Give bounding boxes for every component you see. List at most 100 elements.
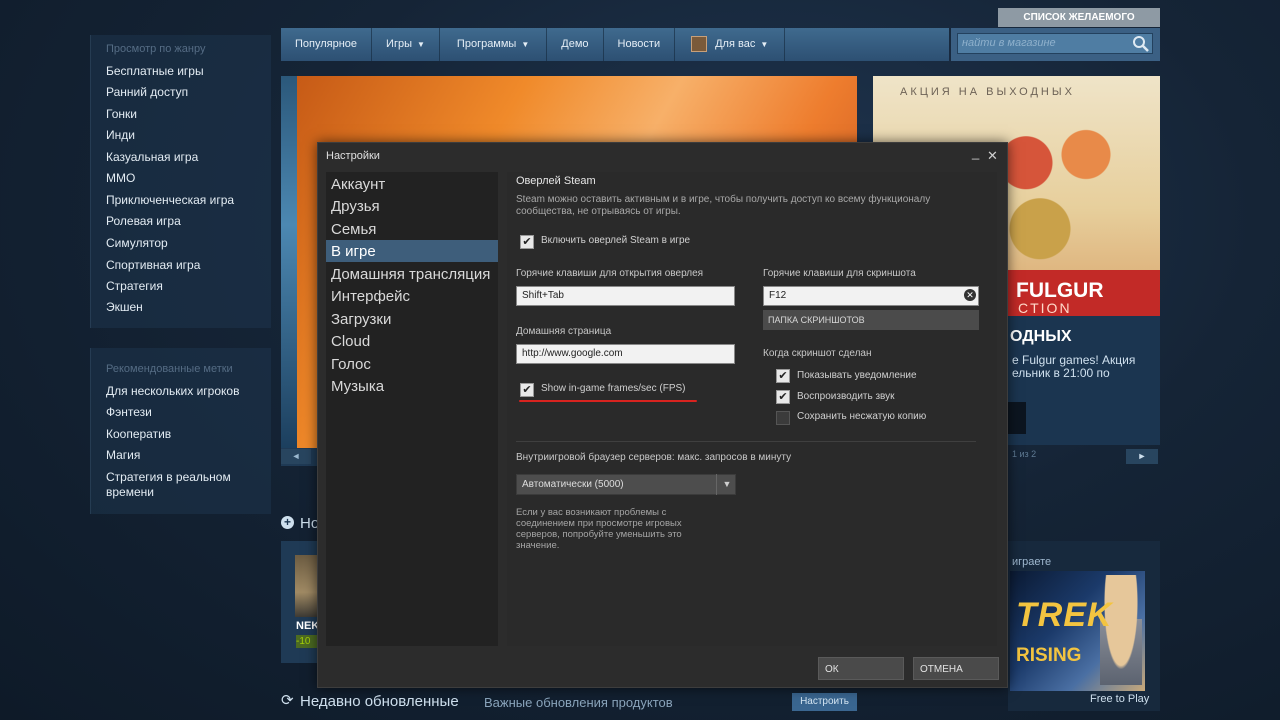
cancel-button[interactable]: ОТМЕНА (913, 657, 999, 680)
sidebar-item-coop[interactable]: Кооператив (106, 427, 171, 442)
nav-games[interactable]: Игры ▼ (372, 28, 440, 61)
enable-overlay-label: Включить оверлей Steam в игре (541, 235, 691, 246)
chevron-down-icon: ▼ (417, 40, 425, 49)
tab-cloud[interactable]: Cloud (331, 333, 370, 350)
star-trek-title: TREK (1016, 596, 1113, 634)
now-playing-label: играете (1012, 556, 1052, 568)
nav-label: Популярное (295, 38, 358, 50)
nav-popular[interactable]: Популярное (281, 28, 373, 61)
customize-button[interactable]: Настроить (792, 693, 857, 711)
show-notification-label: Показывать уведомление (797, 370, 917, 381)
tab-friends[interactable]: Друзья (331, 198, 380, 215)
sidebar-item-adventure[interactable]: Приключенческая игра (106, 193, 234, 208)
recently-updated-subtitle: Важные обновления продуктов (484, 695, 673, 710)
carousel-prev-button[interactable]: ◄ (281, 449, 311, 464)
tab-family[interactable]: Семья (331, 221, 376, 238)
help-text-line: серверов, попробуйте уменьшить это (516, 529, 682, 540)
promo-text-line: e Fulgur games! Акция (1012, 353, 1136, 367)
sidebar-item-magic[interactable]: Магия (106, 448, 140, 463)
fps-checkbox[interactable]: ✔ (520, 383, 534, 397)
sidebar-item-fantasy[interactable]: Фэнтези (106, 405, 152, 420)
close-icon[interactable]: ✕ (987, 148, 998, 164)
dialog-title: Настройки (326, 150, 380, 162)
sidebar-item-racing[interactable]: Гонки (106, 107, 137, 122)
plus-icon: + (281, 516, 294, 529)
nav-for-you[interactable]: Для вас ▼ (675, 28, 786, 61)
play-sound-label: Воспроизводить звук (797, 391, 895, 402)
nav-label: Игры (386, 38, 412, 50)
tab-interface[interactable]: Интерфейс (331, 288, 410, 305)
free-to-play-label: Free to Play (1090, 693, 1150, 705)
fps-label: Show in-game frames/sec (FPS) (541, 383, 686, 394)
chevron-down-icon: ▼ (760, 40, 769, 49)
sidebar-item-free[interactable]: Бесплатные игры (106, 64, 204, 79)
sidebar-item-action[interactable]: Экшен (106, 300, 143, 315)
tab-downloads[interactable]: Загрузки (331, 311, 391, 328)
sidebar-item-early-access[interactable]: Ранний доступ (106, 85, 188, 100)
clear-icon[interactable]: ✕ (964, 289, 976, 301)
overlay-hotkey-label: Горячие клавиши для открытия оверлея (516, 268, 704, 279)
avatar (691, 36, 708, 53)
discount-badge: -10 (296, 635, 317, 648)
when-screenshot-label: Когда скриншот сделан (763, 348, 872, 359)
overlay-description: Steam можно оставить активным и в игре, … (516, 194, 931, 205)
chevron-down-icon: ▼ (521, 40, 530, 49)
tab-account[interactable]: Аккаунт (331, 176, 385, 193)
highlight-underline (519, 400, 697, 402)
nav-software[interactable]: Программы ▼ (440, 28, 548, 61)
sidebar-item-multiplayer[interactable]: Для нескольких игроков (106, 384, 239, 399)
tab-music[interactable]: Музыка (331, 378, 384, 395)
recently-updated-title: Недавно обновленные (300, 693, 459, 710)
sidebar-item-rts[interactable]: Стратегия в реальном (106, 470, 231, 485)
ok-button[interactable]: ОК (818, 657, 904, 680)
screenshot-hotkey-label: Горячие клавиши для скриншота (763, 268, 916, 279)
star-trek-subtitle: RISING (1016, 645, 1082, 666)
overlay-heading: Оверлей Steam (516, 175, 596, 187)
search-icon[interactable] (1132, 35, 1150, 53)
chevron-down-icon[interactable]: ▼ (716, 474, 737, 495)
game-name: NEK (296, 620, 320, 632)
save-uncompressed-label: Сохранить несжатую копию (797, 411, 927, 422)
promo-button-fragment[interactable] (1008, 402, 1026, 434)
search-placeholder: найти в магазине (962, 37, 1056, 49)
sidebar-item-rts-cont[interactable]: времени (106, 485, 154, 500)
sidebar-item-sports[interactable]: Спортивная игра (106, 258, 200, 273)
tab-home-streaming[interactable]: Домашняя трансляция (331, 266, 490, 283)
nav-label: Для вас (715, 38, 756, 50)
sidebar-item-simulation[interactable]: Симулятор (106, 236, 168, 251)
sidebar-item-rpg[interactable]: Ролевая игра (106, 214, 181, 229)
game-thumbnail[interactable] (295, 555, 317, 617)
server-browser-select[interactable]: Автоматически (5000) (516, 474, 736, 495)
tab-voice[interactable]: Голос (331, 356, 371, 373)
minimize-icon[interactable]: _ (972, 145, 979, 160)
overlay-description: сообщества, не отрываясь от игры. (516, 206, 681, 217)
nav-demos[interactable]: Демо (547, 28, 604, 61)
screenshot-hotkey-input[interactable]: F12 (763, 286, 979, 306)
nav-news[interactable]: Новости (604, 28, 676, 61)
promo-next-button[interactable]: ► (1126, 449, 1158, 464)
play-sound-checkbox[interactable]: ✔ (776, 390, 790, 404)
screenshot-folder-button[interactable]: ПАПКА СКРИНШОТОВ (763, 310, 979, 330)
enable-overlay-checkbox[interactable]: ✔ (520, 235, 534, 249)
promo-banner-text: АКЦИЯ НА ВЫХОДНЫХ (900, 86, 1075, 98)
save-uncompressed-checkbox[interactable] (776, 411, 790, 425)
refresh-icon: ⟳ (281, 692, 294, 709)
show-notification-checkbox[interactable]: ✔ (776, 369, 790, 383)
nav-label: Новости (617, 38, 661, 50)
help-text-line: Если у вас возникают проблемы с (516, 507, 667, 518)
help-text-line: значение. (516, 540, 560, 551)
sidebar-item-indie[interactable]: Инди (106, 128, 135, 143)
hero-side-image (281, 76, 297, 448)
wishlist-button[interactable]: СПИСОК ЖЕЛАЕМОГО (998, 8, 1160, 27)
sidebar-item-strategy[interactable]: Стратегия (106, 279, 163, 294)
tab-in-game[interactable]: В игре (331, 243, 376, 260)
overlay-hotkey-input[interactable]: Shift+Tab (516, 286, 735, 306)
homepage-input[interactable]: http://www.google.com (516, 344, 735, 364)
nav-label: Программы (456, 38, 517, 50)
tags-header: Рекомендованные метки (106, 363, 233, 375)
homepage-label: Домашняя страница (516, 326, 612, 337)
section-divider (516, 441, 976, 442)
sidebar-item-casual[interactable]: Казуальная игра (106, 150, 198, 165)
sidebar-item-mmo[interactable]: MMO (106, 171, 135, 186)
help-text-line: соединением при просмотре игровых (516, 518, 682, 529)
